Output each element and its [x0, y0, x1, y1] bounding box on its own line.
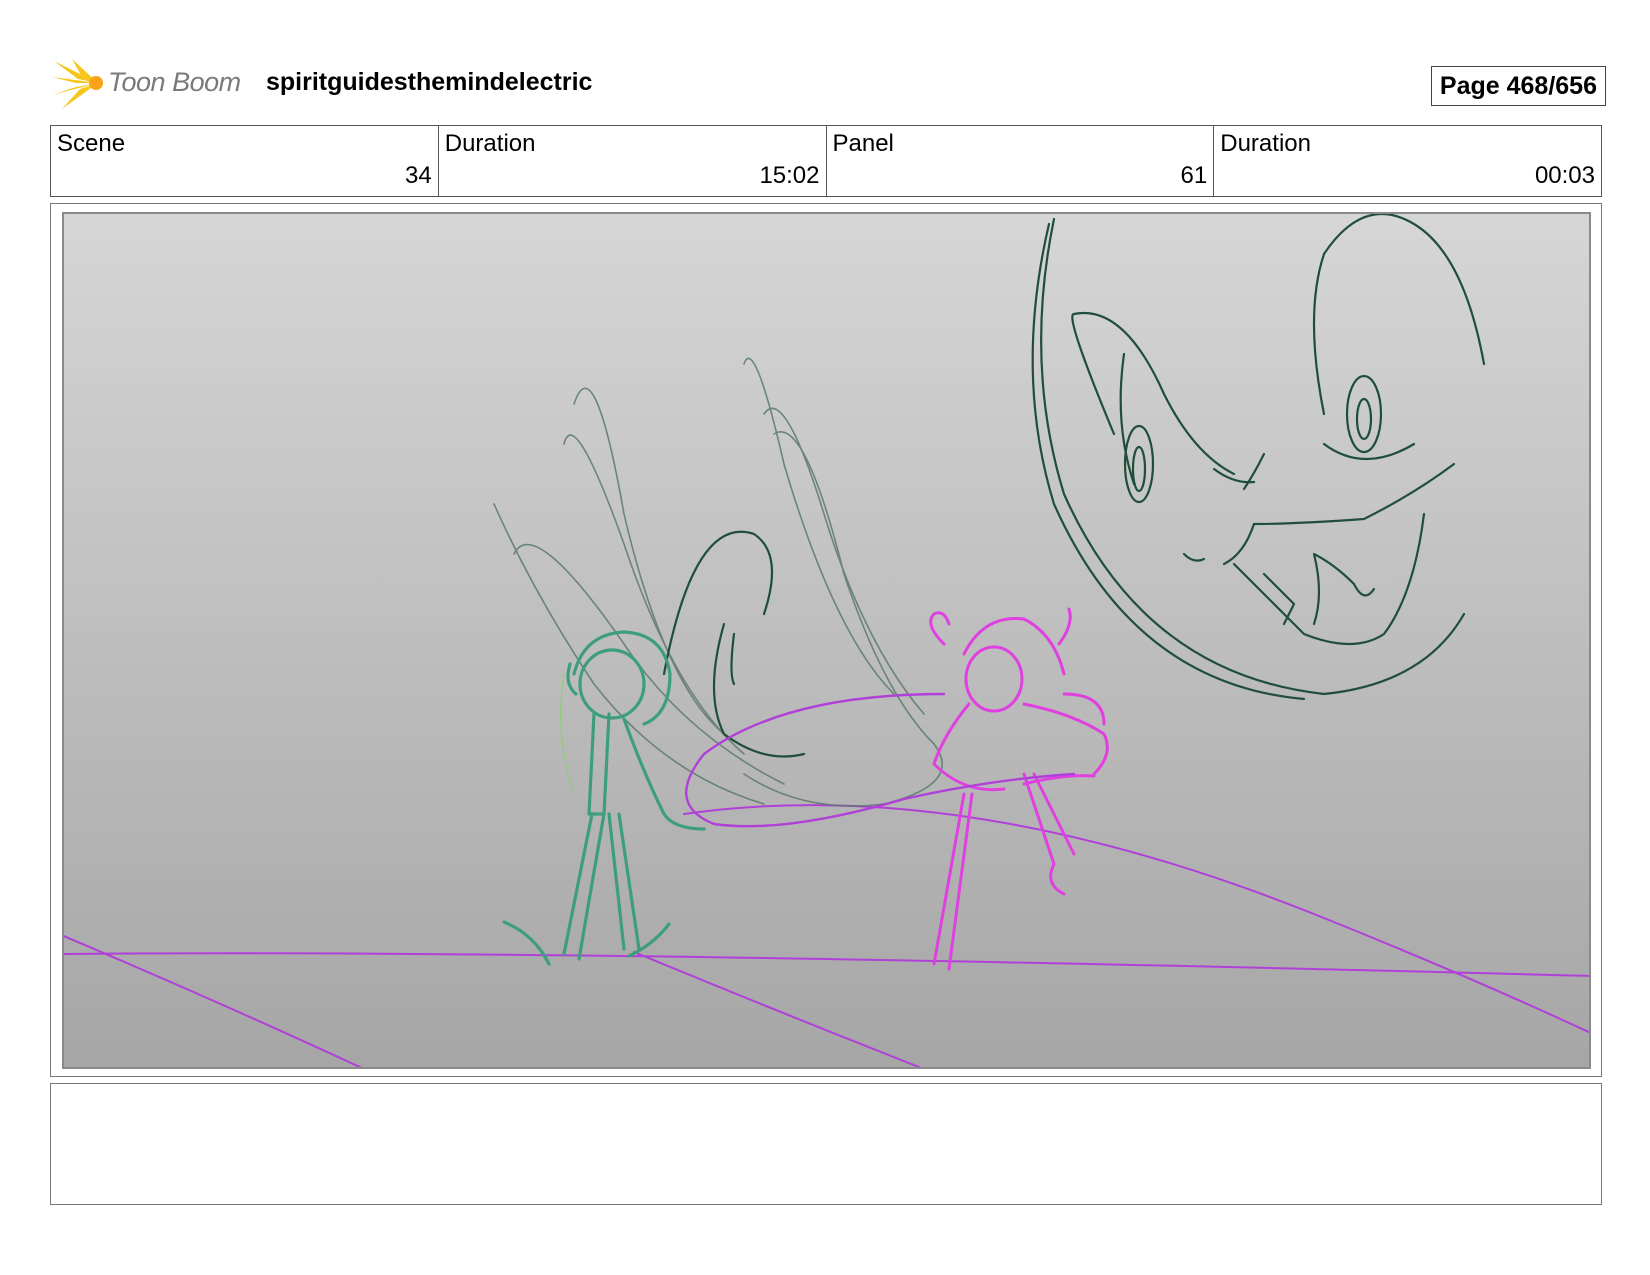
- page-indicator: Page 468/656: [1430, 66, 1606, 106]
- green-head: [578, 648, 646, 720]
- wing-swoosh-1: [573, 387, 725, 735]
- green-leg-right: [607, 812, 641, 951]
- green-leg-left: [562, 812, 606, 961]
- giant-face-sketch: [1031, 214, 1486, 701]
- panel-duration-label: Duration: [1220, 130, 1311, 157]
- sketch-artwork: [64, 214, 1589, 1067]
- panel-duration-value: 00:03: [1534, 162, 1595, 189]
- panel-notes-area: [50, 1083, 1602, 1205]
- toon-boom-logo: Toon Boom: [52, 55, 252, 111]
- scene-duration-cell: Duration 15:02: [439, 126, 827, 196]
- storyboard-drawing: [62, 212, 1591, 1069]
- scene-label: Scene: [57, 130, 126, 157]
- magenta-arm: [1022, 702, 1109, 776]
- green-torso: [587, 712, 611, 816]
- scene-value: 34: [405, 162, 432, 189]
- magenta-head: [964, 645, 1024, 713]
- face-outline: [1040, 217, 1466, 696]
- horizon-line: [64, 952, 1589, 977]
- green-foot-left: [502, 920, 551, 966]
- scene-duration-value: 15:02: [759, 162, 820, 189]
- scene-cell: Scene 34: [51, 126, 439, 196]
- starburst-icon: [52, 59, 103, 109]
- ear-right: [1312, 214, 1486, 416]
- scene-info-table: Scene 34 Duration 15:02 Panel 61 Duratio…: [50, 125, 1602, 197]
- logo-text: Toon Boom: [108, 67, 241, 97]
- magenta-hand-up: [929, 611, 951, 646]
- magenta-body: [932, 702, 1006, 792]
- magenta-hair: [962, 616, 1066, 676]
- green-character-sketch: [502, 630, 706, 966]
- mouth-bottom: [1232, 512, 1426, 646]
- ground-line-right: [683, 804, 1589, 1034]
- panel-cell: Panel 61: [827, 126, 1215, 196]
- panel-duration-cell: Duration 00:03: [1214, 126, 1601, 196]
- panel-label: Panel: [832, 130, 894, 157]
- storyboard-panel-frame: [50, 203, 1602, 1077]
- scene-duration-label: Duration: [444, 130, 536, 157]
- eye-right: [1345, 374, 1383, 454]
- ground-line-middle: [633, 951, 922, 1067]
- panel-value: 61: [1180, 162, 1208, 189]
- purple-hoop: [685, 692, 1076, 828]
- document-title: spiritguidesthemindelectric: [266, 68, 593, 96]
- brow-left: [1071, 311, 1236, 476]
- fang-right: [1312, 552, 1376, 626]
